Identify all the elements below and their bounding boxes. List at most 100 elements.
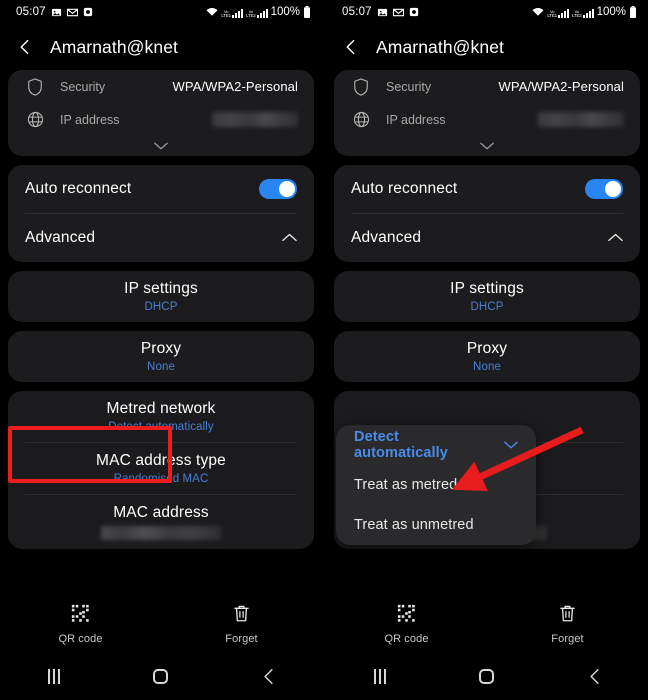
system-nav-bar	[0, 652, 322, 700]
right-phone-panel: 05:07 Vo LTE1 Vo LTE2 100% Amarnath@knet…	[326, 0, 648, 700]
mac-address-type-title: MAC address type	[96, 452, 226, 469]
sim1-label: Vo LTE1	[547, 8, 557, 18]
battery-percent: 100%	[270, 6, 300, 18]
mac-address-type-row[interactable]: MAC address type Randomised MAC	[8, 443, 314, 494]
proxy-card[interactable]: Proxy None	[334, 331, 640, 382]
dropdown-option-label: Treat as metred	[354, 477, 458, 493]
auto-reconnect-toggle[interactable]	[585, 179, 623, 199]
shield-icon	[24, 77, 46, 96]
mac-address-row: MAC address	[8, 495, 314, 549]
back-icon[interactable]	[215, 668, 322, 685]
home-icon[interactable]	[107, 668, 214, 684]
security-label: Security	[60, 79, 106, 94]
ip-settings-card[interactable]: IP settings DHCP	[8, 271, 314, 322]
back-chevron-icon[interactable]	[340, 36, 362, 58]
back-chevron-icon[interactable]	[14, 36, 36, 58]
ip-settings-card[interactable]: IP settings DHCP	[334, 271, 640, 322]
chevron-up-icon[interactable]	[608, 229, 623, 247]
metred-network-dropdown[interactable]: Detect automatically Treat as metred Tre…	[336, 425, 536, 545]
recents-icon[interactable]	[0, 668, 107, 684]
auto-reconnect-label: Auto reconnect	[25, 180, 132, 197]
camera-icon	[83, 7, 93, 17]
advanced-card: Auto reconnect Advanced	[8, 165, 314, 262]
forget-label: Forget	[225, 632, 258, 645]
battery-full-icon	[303, 6, 311, 18]
action-bar: QR code Forget	[0, 596, 322, 652]
advanced-row[interactable]: Advanced	[8, 214, 314, 262]
settings-content: Security WPA/WPA2-Personal IP address Au…	[0, 70, 322, 549]
status-time: 05:07	[16, 6, 46, 18]
auto-reconnect-row[interactable]: Auto reconnect	[334, 165, 640, 213]
security-value: WPA/WPA2-Personal	[172, 79, 298, 94]
ip-settings-row[interactable]: IP settings DHCP	[8, 271, 314, 322]
ip-address-row: IP address	[334, 103, 640, 136]
ip-address-value-redacted	[538, 112, 624, 127]
status-bar-right: Vo LTE1 Vo LTE2 100%	[206, 6, 311, 18]
sim2-bars	[256, 8, 268, 18]
auto-reconnect-row[interactable]: Auto reconnect	[8, 165, 314, 213]
action-bar: QR code Forget	[326, 596, 648, 652]
qr-code-icon	[397, 604, 416, 628]
photo-icon	[51, 7, 62, 18]
dropdown-option-detect-automatically[interactable]: Detect automatically	[336, 425, 536, 465]
battery-full-icon	[629, 6, 637, 18]
recents-icon[interactable]	[326, 668, 433, 684]
proxy-card[interactable]: Proxy None	[8, 331, 314, 382]
back-icon[interactable]	[541, 668, 648, 685]
sim1-bars	[231, 8, 243, 18]
forget-button[interactable]: Forget	[487, 604, 648, 645]
chevron-down-icon[interactable]	[334, 136, 640, 156]
metred-network-title: Metred network	[106, 400, 216, 417]
metred-network-row[interactable]: Metred network Detect automatically	[8, 391, 314, 442]
qr-code-label: QR code	[384, 632, 429, 645]
security-row: Security WPA/WPA2-Personal	[334, 70, 640, 103]
dropdown-option-treat-as-metred[interactable]: Treat as metred	[336, 465, 536, 505]
ip-settings-row[interactable]: IP settings DHCP	[334, 271, 640, 322]
ip-settings-sub: DHCP	[144, 301, 178, 313]
ip-address-label: IP address	[386, 112, 446, 127]
qr-code-button[interactable]: QR code	[326, 604, 487, 645]
proxy-sub: None	[473, 361, 501, 373]
proxy-row[interactable]: Proxy None	[8, 331, 314, 382]
home-icon[interactable]	[433, 668, 540, 684]
security-row: Security WPA/WPA2-Personal	[8, 70, 314, 103]
shield-icon	[350, 77, 372, 96]
proxy-title: Proxy	[466, 340, 508, 357]
ip-settings-sub: DHCP	[470, 301, 504, 313]
auto-reconnect-label: Auto reconnect	[351, 180, 458, 197]
security-value: WPA/WPA2-Personal	[498, 79, 624, 94]
mac-address-type-sub: Randomised MAC	[113, 473, 209, 485]
qr-code-button[interactable]: QR code	[0, 604, 161, 645]
auto-reconnect-toggle[interactable]	[259, 179, 297, 199]
mac-address-value-redacted	[101, 526, 221, 540]
network-info-card: Security WPA/WPA2-Personal IP address	[334, 70, 640, 156]
title-bar: Amarnath@knet	[326, 24, 648, 70]
system-nav-bar	[326, 652, 648, 700]
sim1-bars	[557, 8, 569, 18]
status-bar: 05:07 Vo LTE1 Vo LTE2 100%	[0, 0, 322, 24]
dropdown-option-label: Treat as unmetred	[354, 517, 474, 533]
proxy-row[interactable]: Proxy None	[334, 331, 640, 382]
chevron-up-icon[interactable]	[282, 229, 297, 247]
left-phone-panel: 05:07 Vo LTE1 Vo LTE2 100% Amarnath@knet…	[0, 0, 322, 700]
status-bar-left: 05:07	[342, 6, 419, 18]
forget-button[interactable]: Forget	[161, 604, 322, 645]
advanced-row[interactable]: Advanced	[334, 214, 640, 262]
chevron-down-icon	[504, 441, 518, 449]
ip-address-row: IP address	[8, 103, 314, 136]
dropdown-option-label: Detect automatically	[354, 429, 448, 461]
trash-icon	[559, 604, 576, 628]
network-info-card: Security WPA/WPA2-Personal IP address	[8, 70, 314, 156]
metred-network-sub: Detect automatically	[108, 421, 214, 433]
status-bar-left: 05:07	[16, 6, 93, 18]
gmail-icon	[66, 8, 78, 17]
ip-settings-title: IP settings	[450, 280, 524, 297]
advanced-label: Advanced	[25, 229, 96, 246]
chevron-down-icon[interactable]	[8, 136, 314, 156]
mac-address-title: MAC address	[113, 504, 209, 521]
ip-address-label: IP address	[60, 112, 120, 127]
proxy-sub: None	[147, 361, 175, 373]
dropdown-option-treat-as-unmetred[interactable]: Treat as unmetred	[336, 505, 536, 545]
screenshot-root: 05:07 Vo LTE1 Vo LTE2 100% Amarnath@knet…	[0, 0, 648, 700]
camera-icon	[409, 7, 419, 17]
